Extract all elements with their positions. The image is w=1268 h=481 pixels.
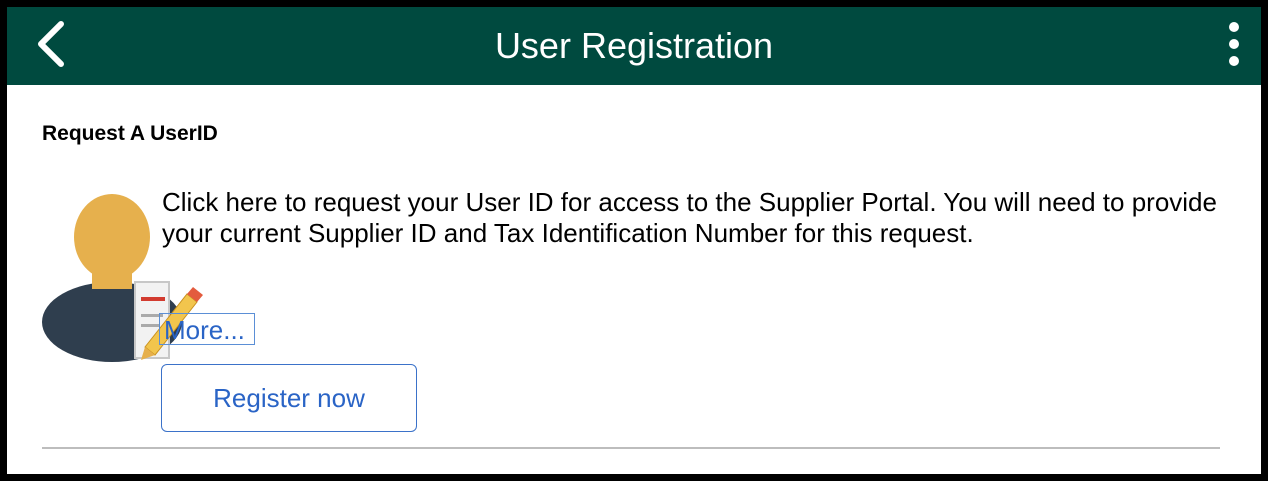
section-title: Request A UserID bbox=[42, 122, 218, 145]
register-now-button[interactable]: Register now bbox=[161, 364, 417, 432]
description-text: Click here to request your User ID for a… bbox=[162, 187, 1217, 248]
page-title: User Registration bbox=[494, 25, 774, 66]
app-frame: User Registration Request A UserID Click… bbox=[7, 7, 1261, 474]
divider bbox=[42, 447, 1220, 449]
more-link[interactable]: More... bbox=[159, 313, 255, 345]
kebab-menu-icon bbox=[1227, 20, 1241, 73]
header-bar: User Registration bbox=[7, 7, 1261, 85]
actions-menu-button[interactable] bbox=[1219, 17, 1249, 75]
